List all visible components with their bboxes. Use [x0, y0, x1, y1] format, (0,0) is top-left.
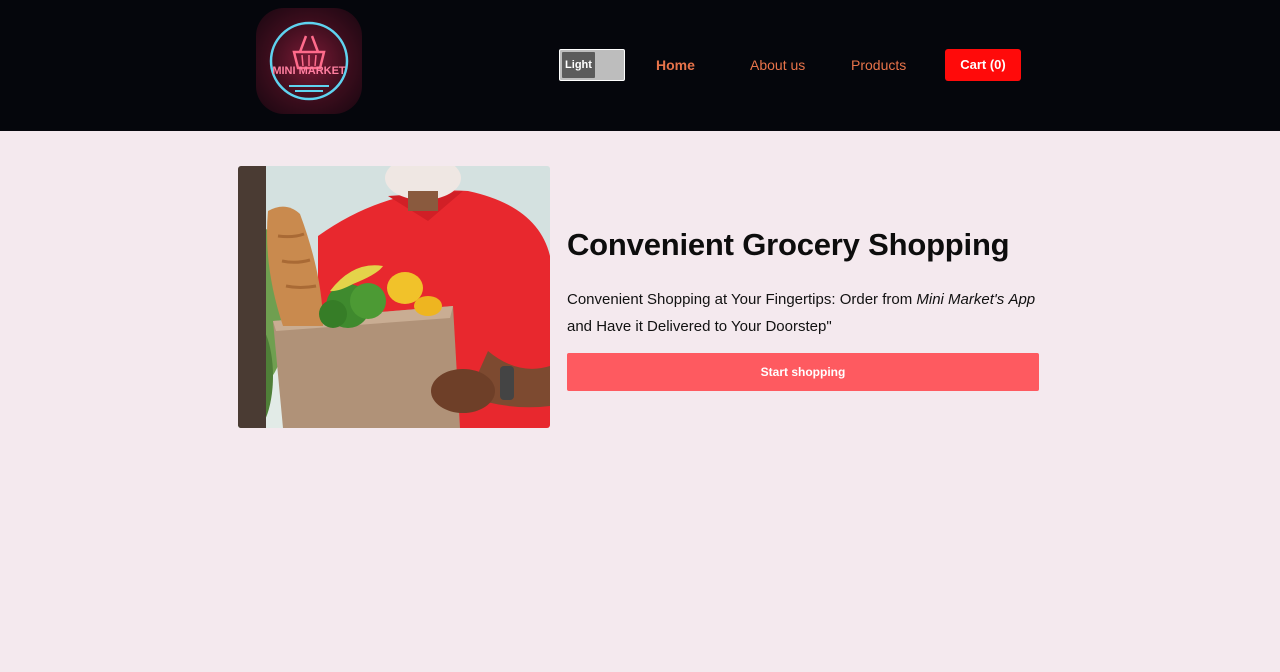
delivery-person-with-grocery-bag-icon: [238, 166, 550, 428]
hero-image: [238, 166, 550, 428]
cart-button[interactable]: Cart (0): [945, 49, 1021, 81]
theme-toggle-label: Light: [562, 52, 595, 78]
hero-description: Convenient Shopping at Your Fingertips: …: [567, 286, 1047, 340]
hero-text-app: App: [1008, 291, 1036, 308]
logo-text: MINI MARKET: [272, 65, 346, 77]
hero-title: Convenient Grocery Shopping: [567, 227, 1010, 262]
hero-text-part1: Convenient Shopping at Your Fingertips: …: [567, 291, 917, 308]
hero-text-brand: Mini Market's: [916, 291, 1005, 308]
theme-toggle[interactable]: Light: [559, 49, 625, 81]
nav-home-link[interactable]: Home: [656, 57, 695, 73]
nav-products-link[interactable]: Products: [851, 57, 906, 73]
mini-market-logo[interactable]: MINI MARKET: [256, 8, 362, 114]
hero-text-part2: and Have it Delivered to Your Doorstep": [567, 318, 832, 335]
start-shopping-button[interactable]: Start shopping: [567, 353, 1039, 391]
basket-logo-icon: MINI MARKET: [269, 21, 349, 101]
site-header: MINI MARKET Light Home About us Products…: [0, 0, 1280, 131]
nav-about-link[interactable]: About us: [750, 57, 805, 73]
